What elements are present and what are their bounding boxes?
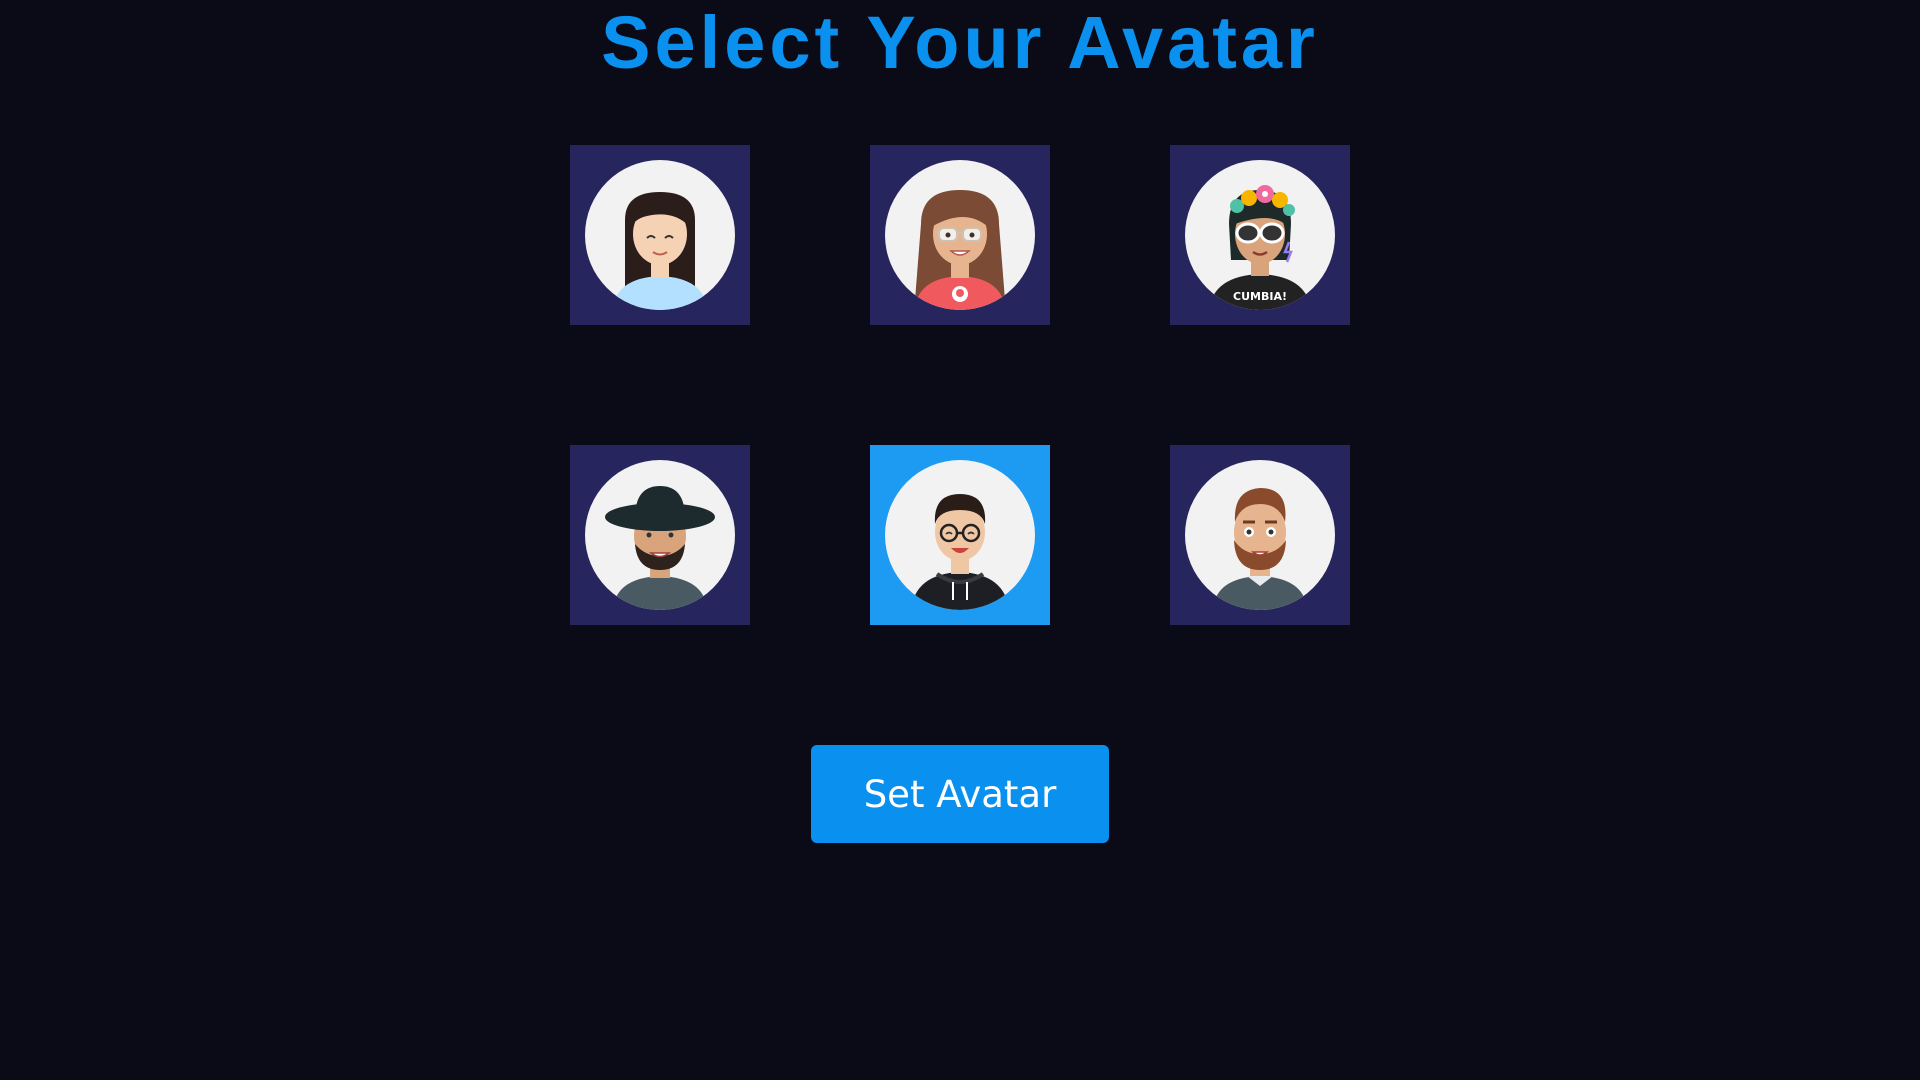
woman-flower-crown-sunglasses-avatar-icon: CUMBIA! — [1185, 160, 1335, 310]
woman-glasses-red-shirt-avatar-icon — [885, 160, 1035, 310]
set-avatar-button[interactable]: Set Avatar — [811, 745, 1109, 843]
avatar-option-6[interactable] — [1170, 445, 1350, 625]
avatar-option-2[interactable] — [870, 145, 1050, 325]
avatar-grid: CUMBIA! — [570, 145, 1350, 625]
svg-text:CUMBIA!: CUMBIA! — [1233, 290, 1287, 303]
avatar-selection-page: Select Your Avatar CUMBIA! Set Avatar — [0, 0, 1920, 1080]
man-hat-beard-avatar-icon — [585, 460, 735, 610]
man-beard-avatar-icon — [1185, 460, 1335, 610]
avatar-option-5[interactable] — [870, 445, 1050, 625]
avatar-option-4[interactable] — [570, 445, 750, 625]
avatar-option-3[interactable]: CUMBIA! — [1170, 145, 1350, 325]
woman-black-hair-avatar-icon — [585, 160, 735, 310]
page-title: Select Your Avatar — [601, 1, 1319, 84]
man-glasses-hoodie-avatar-icon — [885, 460, 1035, 610]
avatar-option-1[interactable] — [570, 145, 750, 325]
